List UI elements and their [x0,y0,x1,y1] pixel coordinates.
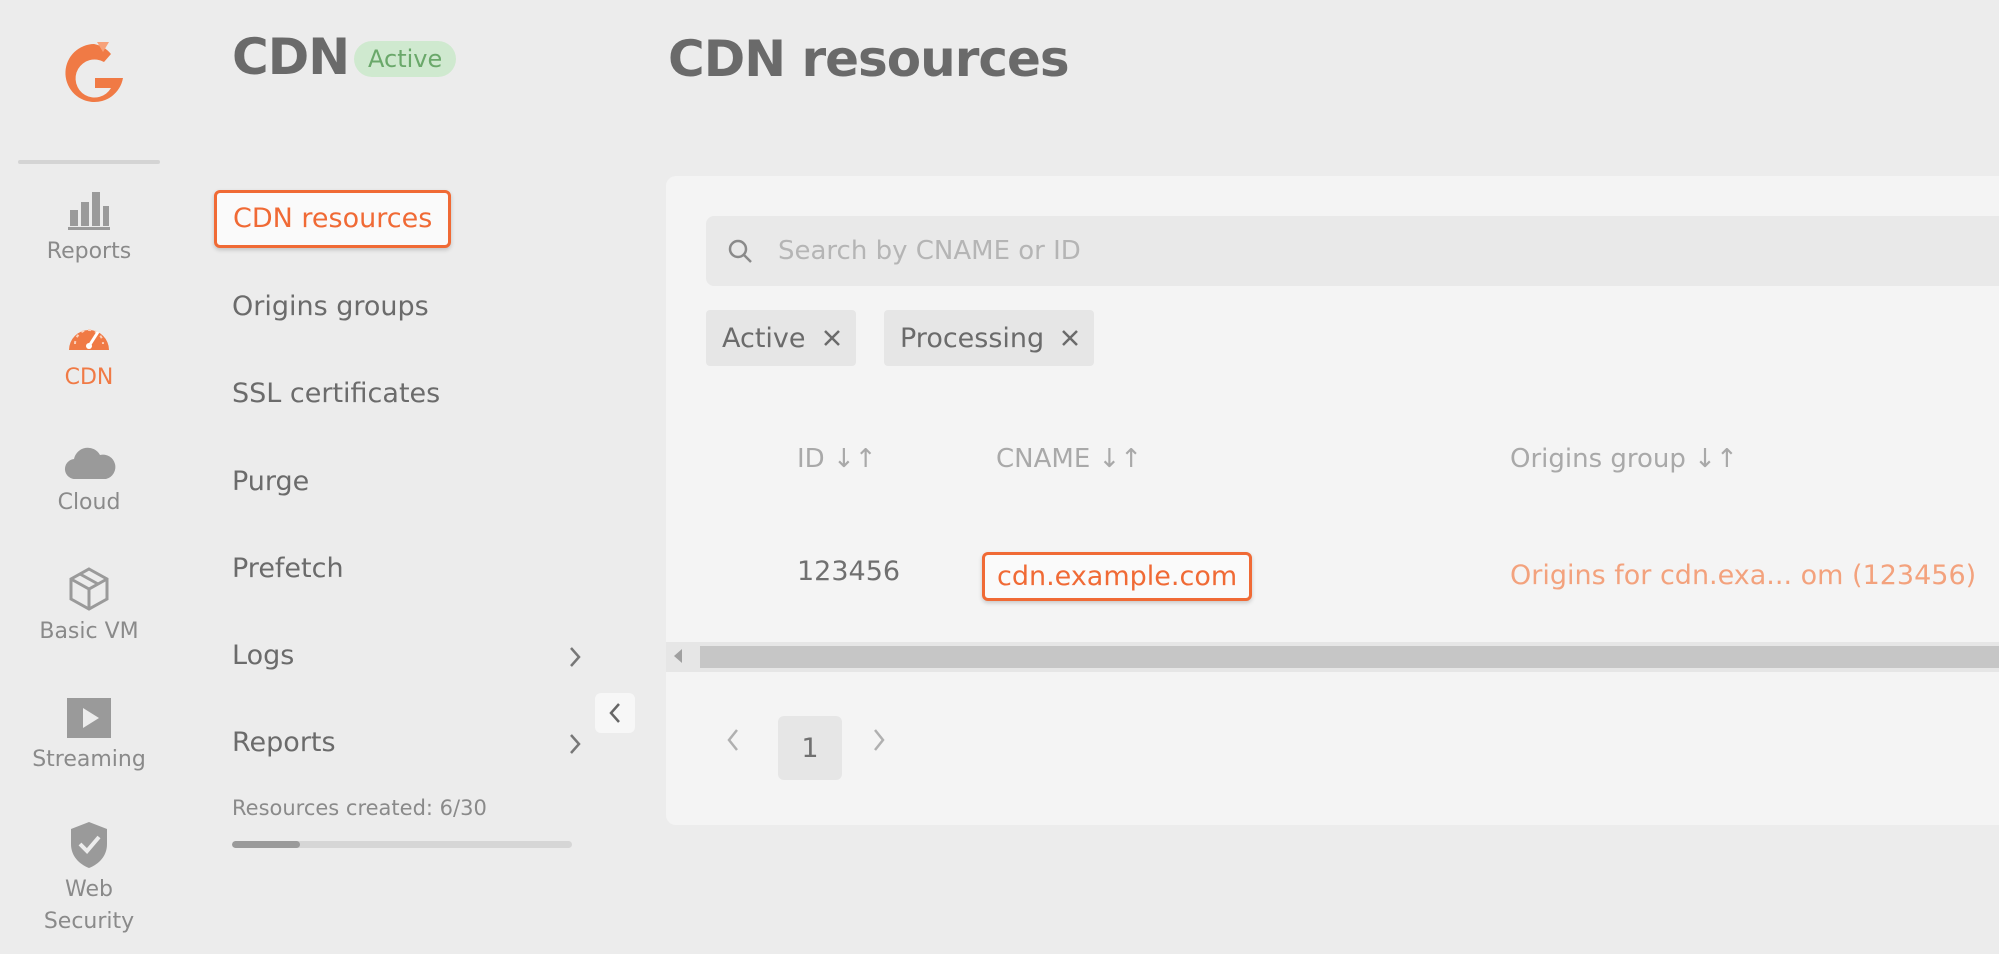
section-title: CDN [232,28,350,86]
rail-item-streaming[interactable]: Streaming [0,696,178,776]
rail-item-basic-vm[interactable]: Basic VM [0,566,178,648]
origins-group-link[interactable]: Origins for cdn.exa... om (123456) [1510,560,1976,591]
nav-item-prefetch[interactable]: Prefetch [232,549,582,589]
pagination-next-icon[interactable] [872,728,886,752]
column-header-id[interactable]: ID ↓↑ [797,444,877,474]
rail-item-web-security[interactable]: Web Security [0,820,178,938]
search-icon [728,239,752,263]
page-title: CDN resources [668,30,1070,88]
rail-item-label: Streaming [32,747,146,772]
nav-item-origins-groups[interactable]: Origins groups [232,287,582,327]
shield-icon [71,822,107,868]
close-icon[interactable] [822,328,842,348]
cdn-subnav: CDN Active CDN resources Origins groups … [214,0,584,954]
nav-item-reports[interactable]: Reports [232,723,582,763]
search-bar [706,216,1999,286]
chevron-right-icon [570,734,581,754]
cname-link[interactable]: cdn.example.com [982,552,1253,601]
filter-chip-label: Active [722,322,806,354]
status-badge: Active [354,41,457,77]
play-icon [67,698,111,738]
column-header-cname[interactable]: CNAME ↓↑ [996,444,1142,474]
rail-item-label: Basic VM [39,619,139,644]
filter-chip-processing: Processing [884,310,1095,366]
resources-usage-bar [232,841,572,848]
cube-icon [69,567,109,611]
nav-item-logs[interactable]: Logs [232,636,582,676]
resources-panel: Active Processing ID ↓↑ CNAME ↓↑ Origins… [666,176,1999,825]
nav-item-ssl-certificates[interactable]: SSL certificates [232,374,582,414]
nav-item-label: Logs [232,640,295,671]
chevron-left-icon [609,703,620,723]
app-rail: Reports CDN Cloud Basic VM Streaming Web… [0,0,178,954]
rail-item-label: Web Security [43,877,135,934]
horizontal-scrollbar[interactable] [666,642,1999,672]
speedometer-icon [69,329,109,350]
rail-item-cloud[interactable]: Cloud [0,443,178,519]
pagination-page[interactable]: 1 [778,716,842,780]
resources-usage-label: Resources created: 6/30 [232,796,487,820]
brand-logo-icon[interactable] [59,38,129,114]
rail-item-label: Cloud [57,490,121,515]
chevron-right-icon [570,647,581,667]
nav-item-label: Reports [232,727,336,758]
rail-item-label: Reports [46,239,132,264]
rail-item-label: CDN [64,365,114,390]
rail-item-reports[interactable]: Reports [0,188,178,268]
row-id: 123456 [797,556,901,587]
rail-item-cdn[interactable]: CDN [0,314,178,394]
collapse-sidebar-button[interactable] [595,693,635,733]
column-header-origins-group[interactable]: Origins group ↓↑ [1510,444,1738,474]
cloud-icon [64,447,116,480]
nav-item-purge[interactable]: Purge [232,462,582,502]
search-input[interactable] [778,236,1878,266]
bar-chart-icon [68,192,110,230]
resources-usage-fill [232,841,300,848]
nav-item-cdn-resources[interactable]: CDN resources [214,190,452,248]
scrollbar-thumb[interactable] [700,646,1999,668]
pagination-prev-icon[interactable] [726,728,740,752]
close-icon[interactable] [1060,328,1080,348]
scroll-left-arrow-icon[interactable] [674,649,682,663]
rail-divider [18,160,160,164]
filter-chip-active: Active [706,310,856,366]
filter-chip-label: Processing [900,322,1045,354]
